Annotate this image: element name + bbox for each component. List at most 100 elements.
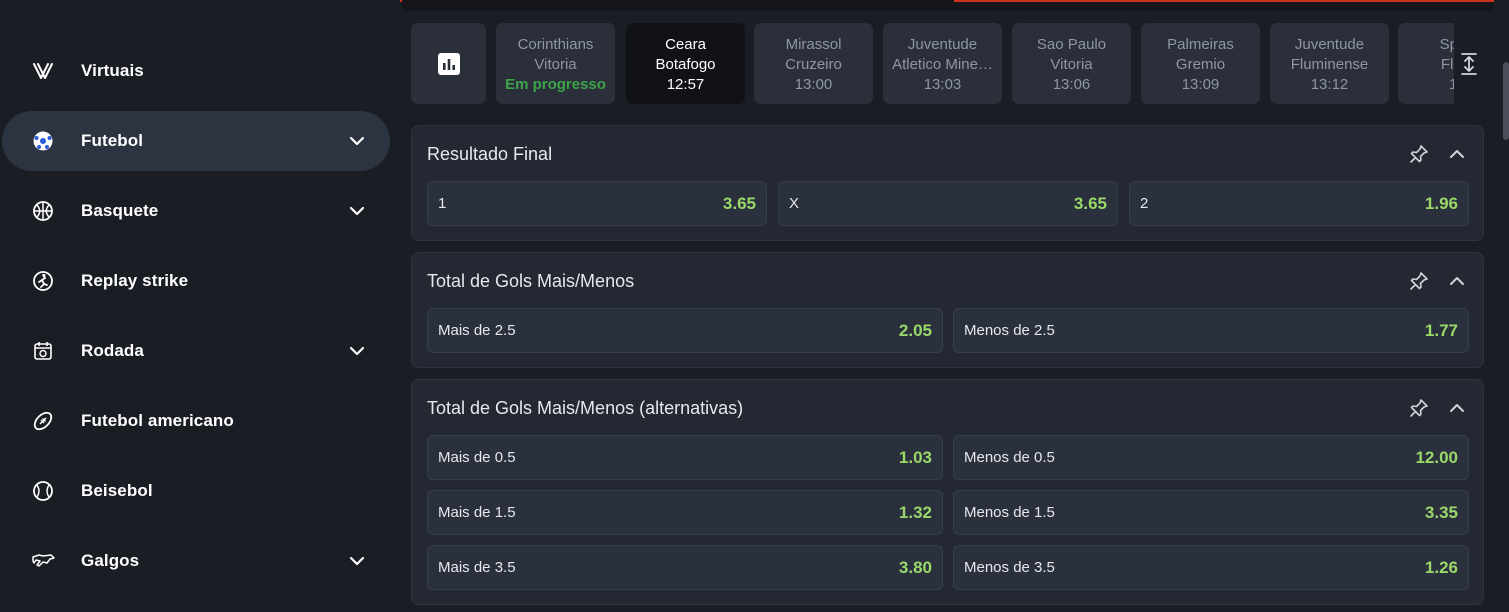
basketball-icon [30,198,56,224]
home-team: Palmeiras [1167,36,1234,53]
match-time: 12:57 [666,76,705,93]
sidebar-item-label: Futebol americano [81,411,234,430]
home-team: Ceara [665,36,706,53]
sidebar-item-virtuais[interactable]: Virtuais [2,41,390,101]
away-team: Flam [1440,56,1454,73]
sidebar-item-galgos[interactable]: Galgos [2,531,390,591]
match-card[interactable]: Corinthians Vitoria Em progresso [496,23,615,104]
match-time: 13 [1398,75,1454,95]
match-carousel: Corinthians Vitoria Em progresso Ceara B… [496,23,1454,104]
odds-value: 1.26 [1424,557,1458,577]
chevron-up-icon[interactable] [1448,145,1466,163]
away-team: Fluminense [1290,56,1369,73]
match-card[interactable]: Juventude Fluminense 13:12 [1270,23,1389,104]
odds-button[interactable]: Mais de 0.5 1.03 [427,435,943,480]
odds-button[interactable]: 1 3.65 [427,181,767,226]
odds-value: 1.96 [1424,193,1458,213]
sidebar-item-futebol-americano[interactable]: Futebol americano [2,391,390,451]
odds-value: 3.65 [1073,193,1107,213]
away-team: Atletico Mine… [892,56,993,73]
market-resultado-final: Resultado Final 1 3.65 X 3.65 2 1.96 [411,125,1484,241]
market-total-gols: Total de Gols Mais/Menos Mais de 2.5 2.0… [411,252,1484,368]
match-card[interactable]: Sao Paulo Vitoria 13:06 [1012,23,1131,104]
greyhound-icon [30,548,56,574]
sidebar-item-replay-strike[interactable]: Replay strike [2,251,390,311]
pin-icon[interactable] [1409,271,1429,291]
sports-sidebar: Virtuais Futebol Basquete Replay strike … [0,0,400,612]
replay-strike-icon [30,268,56,294]
away-team: Vitoria [534,56,577,73]
odds-label: Menos de 3.5 [964,559,1055,576]
odds-button[interactable]: Mais de 3.5 3.80 [427,545,943,590]
home-team: Juventude [907,36,978,53]
match-time: 13:03 [923,76,962,93]
sidebar-item-basquete[interactable]: Basquete [2,181,390,241]
chevron-up-icon[interactable] [1448,272,1466,290]
match-card[interactable]: Juventude Atletico Mine… 13:03 [883,23,1002,104]
sidebar-item-label: Futebol [81,131,144,150]
collapse-vertical-icon [1461,53,1477,75]
chevron-down-icon[interactable] [348,202,366,220]
bar-chart-icon [437,52,460,75]
sidebar-item-label: Basquete [81,201,159,220]
collapse-carousel-button[interactable] [1457,50,1481,78]
odds-button[interactable]: Menos de 0.5 12.00 [953,435,1469,480]
match-card-selected[interactable]: Ceara Botafogo 12:57 [626,23,745,104]
sidebar-item-label: Beisebol [81,481,153,500]
odds-value: 1.03 [898,447,932,467]
match-card[interactable]: Palmeiras Gremio 13:09 [1141,23,1260,104]
odds-label: Mais de 2.5 [438,322,516,339]
odds-label: 2 [1140,195,1149,212]
home-team: Sao Paulo [1036,36,1107,53]
home-team: Sport [1439,36,1454,53]
odds-button[interactable]: Menos de 2.5 1.77 [953,308,1469,353]
away-team: Gremio [1175,56,1226,73]
odds-button[interactable]: Mais de 1.5 1.32 [427,490,943,535]
match-card[interactable]: Mirassol Cruzeiro 13:00 [754,23,873,104]
statistics-button[interactable] [411,23,486,104]
match-time: 13:06 [1052,76,1091,93]
odds-value: 12.00 [1415,447,1458,467]
chevron-down-icon[interactable] [348,552,366,570]
odds-button[interactable]: Menos de 1.5 3.35 [953,490,1469,535]
sidebar-item-rodada[interactable]: Rodada [2,321,390,381]
chevron-down-icon[interactable] [348,132,366,150]
odds-button[interactable]: X 3.65 [778,181,1118,226]
odds-label: Menos de 1.5 [964,504,1055,521]
soccer-ball-icon [30,128,56,154]
odds-button[interactable]: 2 1.96 [1129,181,1469,226]
match-status-live: Em progresso [505,76,606,93]
market-title: Resultado Final [427,144,553,164]
odds-button[interactable]: Mais de 2.5 2.05 [427,308,943,353]
odds-label: 1 [438,195,447,212]
match-card[interactable]: Sport Flam 13 [1398,23,1454,104]
odds-value: 1.77 [1424,320,1458,340]
sidebar-item-beisebol[interactable]: Beisebol [2,461,390,521]
header-strip [402,0,1494,11]
odds-label: Menos de 2.5 [964,322,1055,339]
away-team: Botafogo [655,56,716,73]
sidebar-item-label: Virtuais [81,61,144,80]
home-team: Juventude [1294,36,1365,53]
odds-value: 2.05 [898,320,932,340]
odds-value: 3.65 [722,193,756,213]
sidebar-item-label: Rodada [81,341,144,360]
scrollbar-thumb[interactable] [1503,62,1509,140]
sidebar-item-label: Replay strike [81,271,189,290]
sidebar-item-futebol[interactable]: Futebol [2,111,390,171]
odds-label: Mais de 3.5 [438,559,516,576]
home-team: Mirassol [785,36,842,53]
market-title: Total de Gols Mais/Menos [427,271,635,291]
pin-icon[interactable] [1409,398,1429,418]
odds-button[interactable]: Menos de 3.5 1.26 [953,545,1469,590]
chevron-down-icon[interactable] [348,342,366,360]
chevron-up-icon[interactable] [1448,399,1466,417]
odds-label: Mais de 1.5 [438,504,516,521]
odds-value: 3.80 [898,557,932,577]
american-football-icon [30,408,56,434]
baseball-icon [30,478,56,504]
odds-label: Mais de 0.5 [438,449,516,466]
pin-icon[interactable] [1409,144,1429,164]
odds-label: Menos de 0.5 [964,449,1055,466]
market-title: Total de Gols Mais/Menos (alternativas) [427,398,744,418]
